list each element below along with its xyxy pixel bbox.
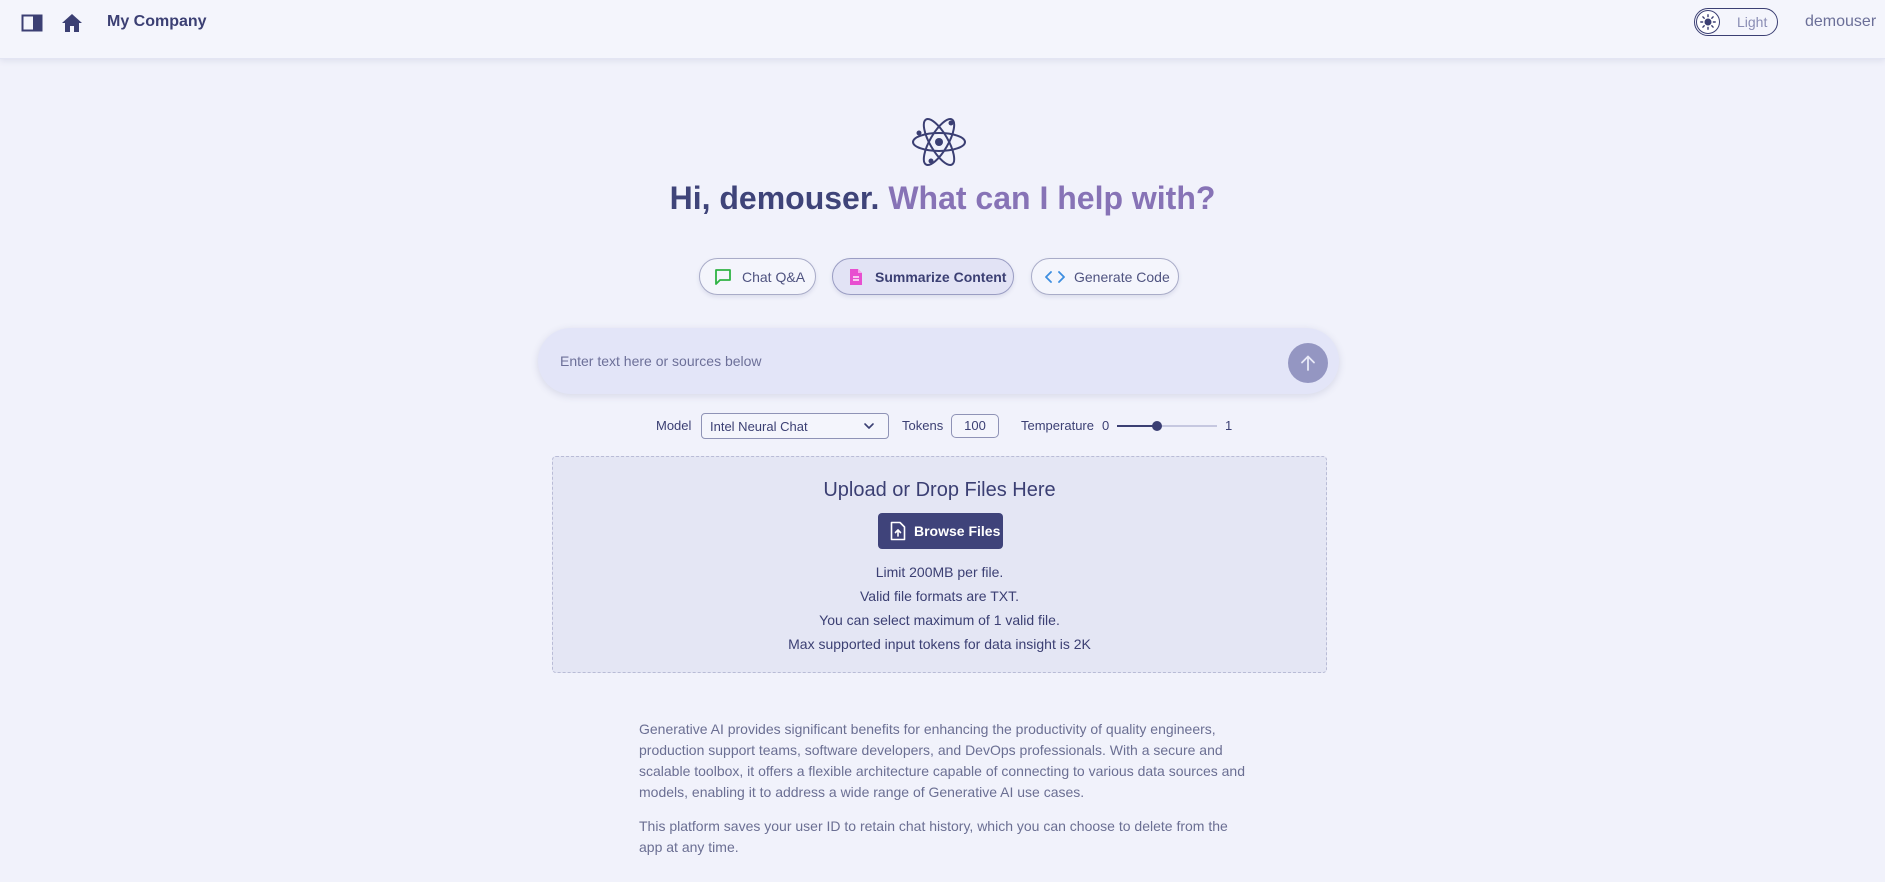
upload-note: You can select maximum of 1 valid file. (819, 612, 1060, 628)
greeting-prefix: Hi, demouser. (669, 180, 880, 216)
slider-fill (1117, 425, 1157, 427)
upload-title: Upload or Drop Files Here (823, 479, 1056, 501)
generate-code-label: Generate Code (1074, 268, 1170, 285)
browse-files-button[interactable]: Browse Files (878, 513, 1003, 549)
upload-note: Limit 200MB per file. (875, 564, 1004, 580)
slider-thumb[interactable] (1152, 421, 1162, 431)
model-select-value: Intel Neural Chat (710, 418, 808, 434)
temperature-slider[interactable] (1117, 419, 1217, 433)
file-upload-icon (890, 521, 906, 541)
chat-qa-button[interactable]: Chat Q&A (699, 258, 816, 295)
sidebar-toggle-icon[interactable] (20, 12, 44, 34)
browse-files-label: Browse Files (914, 523, 1001, 539)
file-dropzone[interactable]: Upload or Drop Files Here Browse Files L… (552, 456, 1327, 673)
top-navigation-bar: My Company Light demouser (0, 0, 1885, 59)
prompt-container (538, 328, 1339, 394)
summarize-content-label: Summarize Content (875, 268, 1007, 285)
temperature-label: Temperature (1021, 418, 1094, 433)
theme-toggle-label: Light (1737, 14, 1768, 30)
theme-toggle[interactable]: Light (1694, 8, 1778, 36)
send-button[interactable] (1288, 343, 1328, 383)
privacy-paragraph: This platform saves your user ID to reta… (639, 818, 1228, 855)
username[interactable]: demouser (1805, 13, 1876, 31)
chat-bubble-icon (713, 267, 733, 287)
temperature-min: 0 (1102, 418, 1110, 433)
chat-qa-label: Chat Q&A (742, 268, 806, 285)
tokens-input[interactable]: 100 (951, 414, 999, 438)
code-icon (1045, 267, 1065, 287)
greeting-heading: Hi, demouser. What can I help with? (0, 180, 1885, 217)
upload-note: Valid file formats are TXT. (860, 588, 1019, 604)
greeting-question: What can I help with? (888, 180, 1216, 216)
generate-code-button[interactable]: Generate Code (1031, 258, 1179, 295)
chevron-down-icon (862, 419, 876, 436)
model-label: Model (656, 418, 692, 433)
summarize-content-button[interactable]: Summarize Content (832, 258, 1014, 295)
atom-logo-icon (911, 112, 967, 172)
tokens-label: Tokens (902, 418, 944, 433)
upload-note: Max supported input tokens for data insi… (788, 636, 1091, 652)
model-select[interactable]: Intel Neural Chat (701, 413, 889, 439)
sun-icon (1696, 10, 1720, 34)
prompt-input[interactable] (558, 344, 1262, 378)
company-name[interactable]: My Company (107, 13, 207, 31)
document-icon (846, 267, 866, 287)
arrow-up-icon (1299, 354, 1317, 372)
temperature-max: 1 (1225, 418, 1233, 433)
about-paragraph: Generative AI provides significant benef… (639, 721, 1245, 800)
home-icon[interactable] (60, 11, 84, 35)
